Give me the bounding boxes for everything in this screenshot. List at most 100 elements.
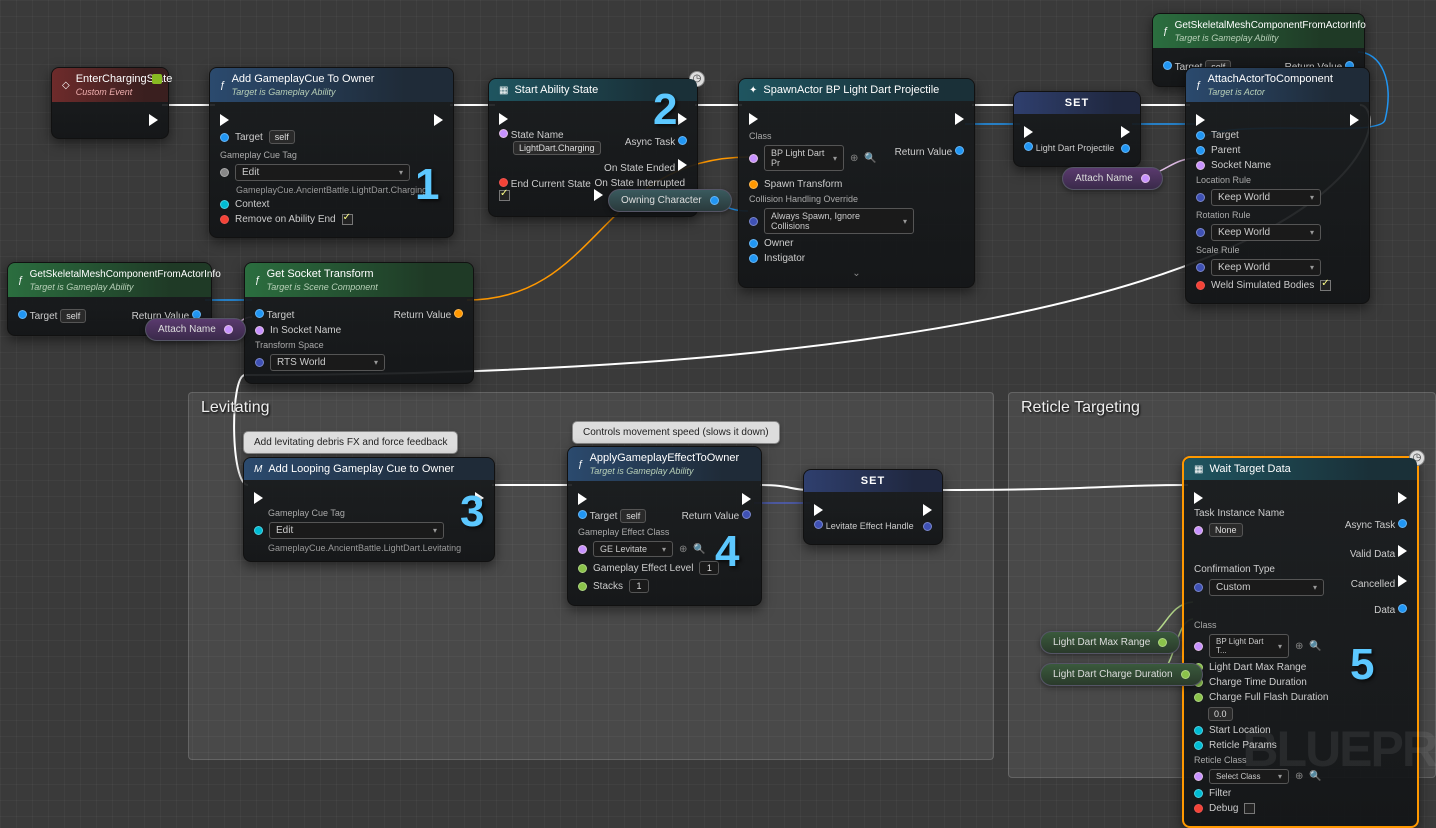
class-dropdown[interactable]: BP Light Dart T...▾ bbox=[1209, 634, 1289, 658]
asynctask-pin[interactable] bbox=[678, 136, 687, 145]
asset-browse-icon[interactable]: ⊕ bbox=[1295, 641, 1303, 652]
locrule-dropdown[interactable]: Keep World▾ bbox=[1211, 189, 1321, 206]
asset-find-icon[interactable]: 🔍 bbox=[864, 153, 876, 164]
target-pin[interactable] bbox=[18, 310, 27, 319]
reticleclass-pin[interactable] bbox=[1194, 772, 1203, 781]
node-set-levitate-handle[interactable]: SET Levitate Effect Handle bbox=[803, 469, 943, 545]
target-pin[interactable] bbox=[255, 309, 264, 318]
oninterrupted-exec-pin[interactable] bbox=[594, 189, 603, 201]
value-out-pin[interactable] bbox=[923, 522, 932, 531]
cuetag-dropdown[interactable]: Edit▾ bbox=[235, 164, 410, 181]
owner-pin[interactable] bbox=[749, 239, 758, 248]
var-owning-character[interactable]: Owning Character bbox=[608, 189, 732, 212]
onended-exec-pin[interactable] bbox=[678, 159, 687, 171]
rotrule-dropdown[interactable]: Keep World▾ bbox=[1211, 224, 1321, 241]
debug-checkbox[interactable] bbox=[1244, 803, 1255, 814]
locrule-pin[interactable] bbox=[1196, 193, 1205, 202]
debug-pin[interactable] bbox=[1194, 804, 1203, 813]
confirm-pin[interactable] bbox=[1194, 583, 1203, 592]
node-get-socket-transform[interactable]: ƒ Get Socket Transform Target is Scene C… bbox=[244, 262, 474, 384]
effectclass-dropdown[interactable]: GE Levitate▾ bbox=[593, 541, 673, 557]
node-add-gameplaycue-to-owner[interactable]: ƒ Add GameplayCue To Owner Target is Gam… bbox=[209, 67, 454, 238]
target-pin[interactable] bbox=[1196, 131, 1205, 140]
socketname-pin[interactable] bbox=[255, 326, 264, 335]
remove-pin[interactable] bbox=[220, 215, 229, 224]
asset-find-icon[interactable]: 🔍 bbox=[693, 544, 705, 555]
parent-pin[interactable] bbox=[1196, 146, 1205, 155]
class-pin[interactable] bbox=[1194, 642, 1203, 651]
exec-out-pin[interactable] bbox=[475, 492, 484, 504]
transformspace-dropdown[interactable]: RTS World▾ bbox=[270, 354, 385, 371]
exec-in-pin[interactable] bbox=[499, 113, 508, 125]
rotrule-pin[interactable] bbox=[1196, 228, 1205, 237]
effectclass-pin[interactable] bbox=[578, 545, 587, 554]
exec-in-pin[interactable] bbox=[220, 114, 229, 126]
spawntransform-pin[interactable] bbox=[749, 180, 758, 189]
node-enter-charging-state[interactable]: ◇ EnterChargingState Custom Event bbox=[51, 67, 169, 139]
exec-out-pin[interactable] bbox=[955, 113, 964, 125]
transformspace-pin[interactable] bbox=[255, 358, 264, 367]
var-out-pin[interactable] bbox=[710, 196, 719, 205]
exec-out-pin[interactable] bbox=[742, 493, 751, 505]
class-pin[interactable] bbox=[749, 154, 758, 163]
comment-bubble-movement[interactable]: Controls movement speed (slows it down) bbox=[572, 421, 780, 444]
var-out-pin[interactable] bbox=[224, 325, 233, 334]
node-set-projectile[interactable]: SET Light Dart Projectile bbox=[1013, 91, 1141, 167]
returnvalue-pin[interactable] bbox=[742, 510, 751, 519]
flash-pin[interactable] bbox=[1194, 693, 1203, 702]
weld-pin[interactable] bbox=[1196, 281, 1205, 290]
delegate-pin[interactable] bbox=[152, 74, 162, 84]
var-light-dart-max-range[interactable]: Light Dart Max Range bbox=[1040, 631, 1180, 654]
exec-in-pin[interactable] bbox=[254, 492, 263, 504]
cuetag-pin[interactable] bbox=[220, 168, 229, 177]
asynctask-pin[interactable] bbox=[1398, 519, 1407, 528]
collision-pin[interactable] bbox=[749, 217, 758, 226]
exec-out-pin[interactable] bbox=[434, 114, 443, 126]
exec-out-pin[interactable] bbox=[923, 504, 932, 516]
cuetag-dropdown[interactable]: Edit▾ bbox=[269, 522, 444, 539]
target-pin[interactable] bbox=[578, 510, 587, 519]
node-apply-gameplay-effect[interactable]: ƒ ApplyGameplayEffectToOwner Target is G… bbox=[567, 446, 762, 606]
data-pin[interactable] bbox=[1398, 604, 1407, 613]
cuetag-pin[interactable] bbox=[254, 526, 263, 535]
value-in-pin[interactable] bbox=[814, 520, 823, 529]
exec-in-pin[interactable] bbox=[1194, 492, 1203, 504]
reticleparams-pin[interactable] bbox=[1194, 741, 1203, 750]
exec-in-pin[interactable] bbox=[1024, 126, 1033, 138]
filter-pin[interactable] bbox=[1194, 789, 1203, 798]
exec-in-pin[interactable] bbox=[749, 113, 758, 125]
exec-out-pin[interactable] bbox=[678, 113, 687, 125]
effectlevel-pin[interactable] bbox=[578, 564, 587, 573]
var-light-dart-charge-duration[interactable]: Light Dart Charge Duration bbox=[1040, 663, 1203, 686]
statename-pin[interactable] bbox=[499, 129, 508, 138]
weld-checkbox[interactable] bbox=[1320, 280, 1331, 291]
remove-checkbox[interactable] bbox=[342, 214, 353, 225]
var-attach-name-2[interactable]: Attach Name bbox=[1062, 167, 1163, 190]
asset-find-icon[interactable]: 🔍 bbox=[1309, 641, 1321, 652]
var-attach-name-1[interactable]: Attach Name bbox=[145, 318, 246, 341]
socketname-pin[interactable] bbox=[1196, 161, 1205, 170]
node-attach-actor-to-component[interactable]: ƒ AttachActorToComponent Target is Actor… bbox=[1185, 67, 1370, 304]
target-pin[interactable] bbox=[1163, 61, 1172, 70]
confirm-dropdown[interactable]: Custom▾ bbox=[1209, 579, 1324, 596]
validdata-exec-pin[interactable] bbox=[1398, 545, 1407, 557]
asset-browse-icon[interactable]: ⊕ bbox=[850, 153, 858, 164]
stacks-pin[interactable] bbox=[578, 582, 587, 591]
var-out-pin[interactable] bbox=[1141, 174, 1150, 183]
scalerule-dropdown[interactable]: Keep World▾ bbox=[1211, 259, 1321, 276]
exec-out-pin[interactable] bbox=[149, 114, 158, 126]
exec-out-pin[interactable] bbox=[1350, 114, 1359, 126]
var-out-pin[interactable] bbox=[1158, 638, 1167, 647]
returnvalue-pin[interactable] bbox=[955, 146, 964, 155]
value-out-pin[interactable] bbox=[1121, 144, 1130, 153]
target-pin[interactable] bbox=[220, 133, 229, 142]
exec-in-pin[interactable] bbox=[1196, 114, 1205, 126]
var-out-pin[interactable] bbox=[1181, 670, 1190, 679]
class-dropdown[interactable]: BP Light Dart Pr▾ bbox=[764, 145, 844, 171]
asset-browse-icon[interactable]: ⊕ bbox=[679, 544, 687, 555]
scalerule-pin[interactable] bbox=[1196, 263, 1205, 272]
startloc-pin[interactable] bbox=[1194, 726, 1203, 735]
instance-pin[interactable] bbox=[1194, 526, 1203, 535]
comment-bubble-levitating[interactable]: Add levitating debris FX and force feedb… bbox=[243, 431, 458, 454]
expand-icon[interactable]: ⌄ bbox=[749, 268, 964, 279]
